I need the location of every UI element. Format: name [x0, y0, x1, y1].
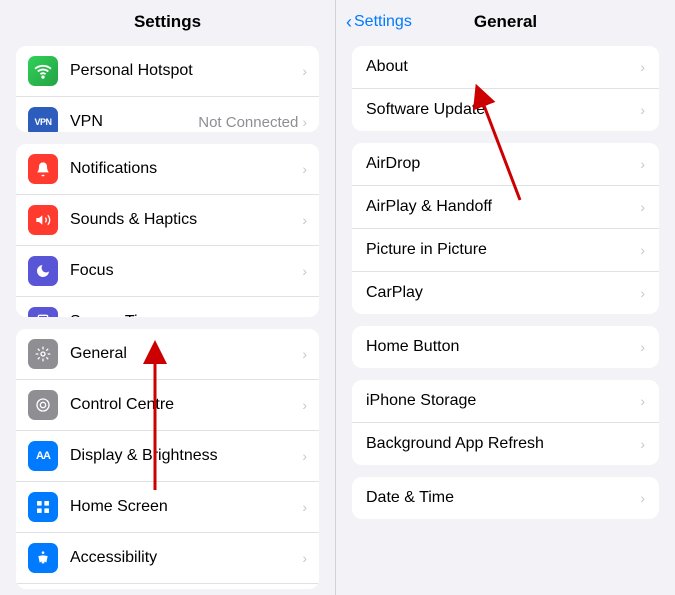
right-group-datetime: Date & Time ›	[352, 477, 659, 519]
picture-chevron: ›	[640, 242, 645, 258]
right-row-about[interactable]: About ›	[352, 46, 659, 89]
general-icon	[28, 339, 58, 369]
right-row-datetime[interactable]: Date & Time ›	[352, 477, 659, 519]
focus-icon	[28, 256, 58, 286]
about-chevron: ›	[640, 59, 645, 75]
settings-row-sounds[interactable]: Sounds & Haptics ›	[16, 195, 319, 246]
homescreen-chevron: ›	[302, 499, 307, 515]
display-icon: AA	[28, 441, 58, 471]
notifications-icon	[28, 154, 58, 184]
accessibility-icon	[28, 543, 58, 573]
hotspot-label: Personal Hotspot	[70, 62, 302, 80]
right-row-airdrop[interactable]: AirDrop ›	[352, 143, 659, 186]
right-group-about: About › Software Update ›	[352, 46, 659, 131]
datetime-label: Date & Time	[366, 489, 640, 507]
settings-row-vpn[interactable]: VPN VPN Not Connected ›	[16, 97, 319, 132]
softwareupdate-label: Software Update	[366, 101, 640, 119]
backgroundapp-label: Background App Refresh	[366, 435, 640, 453]
sounds-chevron: ›	[302, 212, 307, 228]
display-chevron: ›	[302, 448, 307, 464]
right-panel-title: General	[474, 12, 537, 32]
sounds-icon	[28, 205, 58, 235]
backgroundapp-chevron: ›	[640, 436, 645, 452]
iphonestorage-label: iPhone Storage	[366, 392, 640, 410]
airdrop-label: AirDrop	[366, 155, 640, 173]
settings-row-controlcentre[interactable]: Control Centre ›	[16, 380, 319, 431]
homebutton-label: Home Button	[366, 338, 640, 356]
focus-label: Focus	[70, 262, 302, 280]
settings-row-wallpaper[interactable]: Wallpaper ›	[16, 584, 319, 589]
iphonestorage-chevron: ›	[640, 393, 645, 409]
airplay-label: AirPlay & Handoff	[366, 198, 640, 216]
control-chevron: ›	[302, 397, 307, 413]
right-group-homebutton: Home Button ›	[352, 326, 659, 368]
general-chevron: ›	[302, 346, 307, 362]
settings-row-display[interactable]: AA Display & Brightness ›	[16, 431, 319, 482]
settings-row-notifications[interactable]: Notifications ›	[16, 144, 319, 195]
display-label: Display & Brightness	[70, 447, 302, 465]
settings-row-focus[interactable]: Focus ›	[16, 246, 319, 297]
carplay-label: CarPlay	[366, 284, 640, 302]
general-label: General	[70, 345, 302, 363]
hotspot-chevron: ›	[302, 63, 307, 79]
screentime-label: Screen Time	[70, 313, 302, 317]
picture-label: Picture in Picture	[366, 241, 640, 259]
back-button[interactable]: ‹ Settings	[346, 12, 412, 33]
vpn-chevron: ›	[302, 114, 307, 130]
control-icon	[28, 390, 58, 420]
right-row-iphonestorage[interactable]: iPhone Storage ›	[352, 380, 659, 423]
control-label: Control Centre	[70, 396, 302, 414]
notifications-chevron: ›	[302, 161, 307, 177]
vpn-icon: VPN	[28, 107, 58, 132]
homebutton-chevron: ›	[640, 339, 645, 355]
left-panel: Settings Personal Hotspot › VPN VPN Not …	[0, 0, 335, 595]
settings-group-notifications: Notifications › Sounds & Haptics › Focus…	[16, 144, 319, 317]
back-label: Settings	[354, 13, 412, 31]
settings-row-screentime[interactable]: Screen Time ›	[16, 297, 319, 317]
settings-group-general: General › Control Centre › AA Display & …	[16, 329, 319, 589]
right-row-carplay[interactable]: CarPlay ›	[352, 272, 659, 314]
right-row-picture[interactable]: Picture in Picture ›	[352, 229, 659, 272]
vpn-value: Not Connected	[198, 114, 298, 131]
settings-row-hotspot[interactable]: Personal Hotspot ›	[16, 46, 319, 97]
back-chevron-icon: ‹	[346, 12, 352, 33]
airdrop-chevron: ›	[640, 156, 645, 172]
settings-row-general[interactable]: General ›	[16, 329, 319, 380]
right-group-airdrop: AirDrop › AirPlay & Handoff › Picture in…	[352, 143, 659, 314]
left-panel-header: Settings	[0, 0, 335, 40]
right-group-storage: iPhone Storage › Background App Refresh …	[352, 380, 659, 465]
homescreen-label: Home Screen	[70, 498, 302, 516]
right-row-airplay[interactable]: AirPlay & Handoff ›	[352, 186, 659, 229]
hotspot-icon	[28, 56, 58, 86]
right-row-softwareupdate[interactable]: Software Update ›	[352, 89, 659, 131]
settings-group-connectivity: Personal Hotspot › VPN VPN Not Connected…	[16, 46, 319, 132]
softwareupdate-chevron: ›	[640, 102, 645, 118]
screentime-chevron: ›	[302, 314, 307, 317]
right-header: ‹ Settings General	[336, 0, 675, 40]
datetime-chevron: ›	[640, 490, 645, 506]
right-row-backgroundapp[interactable]: Background App Refresh ›	[352, 423, 659, 465]
settings-row-homescreen[interactable]: Home Screen ›	[16, 482, 319, 533]
carplay-chevron: ›	[640, 285, 645, 301]
airplay-chevron: ›	[640, 199, 645, 215]
accessibility-label: Accessibility	[70, 549, 302, 567]
sounds-label: Sounds & Haptics	[70, 211, 302, 229]
notifications-label: Notifications	[70, 160, 302, 178]
accessibility-chevron: ›	[302, 550, 307, 566]
about-label: About	[366, 58, 640, 76]
settings-row-accessibility[interactable]: Accessibility ›	[16, 533, 319, 584]
focus-chevron: ›	[302, 263, 307, 279]
right-row-homebutton[interactable]: Home Button ›	[352, 326, 659, 368]
right-panel: ‹ Settings General About › Software Upda…	[335, 0, 675, 595]
vpn-label: VPN	[70, 113, 198, 131]
screentime-icon	[28, 307, 58, 317]
homescreen-icon	[28, 492, 58, 522]
